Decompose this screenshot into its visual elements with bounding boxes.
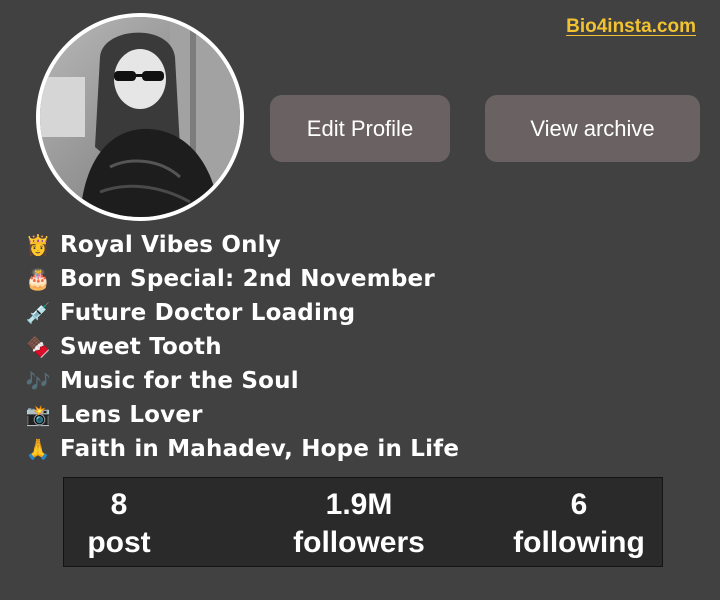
followers-stat[interactable]: 1.9M followers xyxy=(274,486,444,562)
following-stat[interactable]: 6 following xyxy=(504,486,654,562)
bio-line-text: Royal Vibes Only xyxy=(60,232,281,258)
syringe-icon: 💉 xyxy=(25,301,51,325)
princess-icon: 👸 xyxy=(25,233,51,257)
bio-line: 🙏 Faith in Mahadev, Hope in Life xyxy=(24,432,459,466)
following-count: 6 xyxy=(570,488,588,521)
bio-line: 🎶 Music for the Soul xyxy=(24,364,459,398)
bio-line-text: Future Doctor Loading xyxy=(60,300,356,326)
music-notes-icon: 🎶 xyxy=(25,369,51,393)
edit-profile-button[interactable]: Edit Profile xyxy=(270,95,450,162)
bio-line: 👸 Royal Vibes Only xyxy=(24,228,459,262)
followers-label: followers xyxy=(293,526,425,559)
stats-panel: 8 post 1.9M followers 6 following xyxy=(63,477,663,567)
avatar-photo xyxy=(40,17,240,217)
bio-list: 👸 Royal Vibes Only 🎂 Born Special: 2nd N… xyxy=(24,228,459,466)
bio-line-text: Faith in Mahadev, Hope in Life xyxy=(60,436,460,462)
bio-line: 📸 Lens Lover xyxy=(24,398,459,432)
birthday-cake-icon: 🎂 xyxy=(25,267,51,291)
posts-label: post xyxy=(87,526,151,559)
bio-line-text: Music for the Soul xyxy=(60,368,299,394)
bio-line-text: Sweet Tooth xyxy=(60,334,222,360)
followers-count: 1.9M xyxy=(325,488,393,521)
posts-stat[interactable]: 8 post xyxy=(64,486,174,562)
bio-line: 💉 Future Doctor Loading xyxy=(24,296,459,330)
bio-line-text: Born Special: 2nd November xyxy=(60,266,435,292)
chocolate-icon: 🍫 xyxy=(25,335,51,359)
following-label: following xyxy=(513,526,645,559)
watermark-link[interactable]: Bio4insta.com xyxy=(566,16,696,38)
posts-count: 8 xyxy=(110,488,128,521)
avatar[interactable] xyxy=(36,13,244,221)
folded-hands-icon: 🙏 xyxy=(25,437,51,461)
bio-line-text: Lens Lover xyxy=(60,402,203,428)
view-archive-button[interactable]: View archive xyxy=(485,95,700,162)
bio-line: 🍫 Sweet Tooth xyxy=(24,330,459,364)
camera-flash-icon: 📸 xyxy=(25,403,51,427)
bio-line: 🎂 Born Special: 2nd November xyxy=(24,262,459,296)
